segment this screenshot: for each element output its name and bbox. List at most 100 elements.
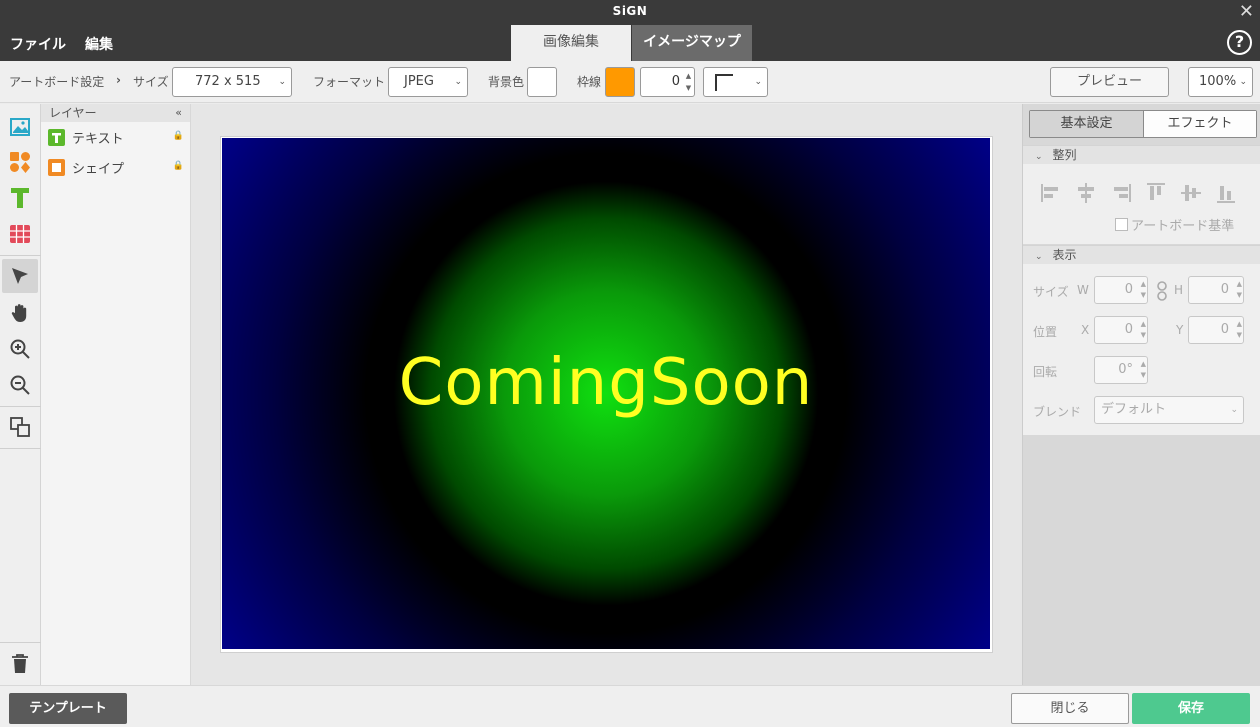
close-button[interactable]: 閉じる (1011, 693, 1129, 724)
layer-item-text[interactable]: テキスト 🔒 (41, 122, 190, 152)
help-icon[interactable]: ? (1227, 30, 1252, 55)
blend-select[interactable]: デフォルト ⌄ (1094, 396, 1244, 424)
artboard-base-checkbox[interactable] (1115, 218, 1128, 231)
tab-image-edit[interactable]: 画像編集 (511, 25, 631, 61)
link-aspect-icon[interactable] (1156, 281, 1168, 301)
align-center-h-icon[interactable] (1074, 181, 1098, 205)
template-button[interactable]: テンプレート (9, 693, 127, 724)
collapse-icon[interactable]: « (175, 104, 182, 122)
table-tool[interactable] (2, 217, 38, 251)
rotate-value: 0° (1118, 362, 1133, 377)
border-label: 枠線 (577, 75, 602, 89)
tab-basic-settings[interactable]: 基本設定 (1030, 111, 1143, 137)
artboard[interactable]: ComingSoon (220, 136, 993, 653)
chevron-right-icon: › (116, 73, 121, 87)
display-header[interactable]: ⌄ 表示 (1023, 245, 1260, 264)
rotate-input[interactable]: 0° ▲ ▼ (1094, 356, 1148, 384)
canvas-text-coming-soon[interactable]: ComingSoon (222, 346, 990, 420)
hand-tool[interactable] (2, 296, 38, 330)
stepper-icon[interactable]: ▲ ▼ (1237, 279, 1242, 301)
chevron-down-icon: ⌄ (1035, 252, 1043, 262)
stepper-icon[interactable]: ▲ ▼ (1141, 359, 1146, 381)
shape-layer-icon (48, 158, 65, 176)
align-center-v-icon[interactable] (1179, 181, 1203, 205)
zoom-out-icon (10, 375, 30, 395)
close-window-icon[interactable]: ✕ (1239, 1, 1254, 22)
zoom-select[interactable]: 100% ⌄ (1188, 67, 1253, 97)
align-header[interactable]: ⌄ 整列 (1023, 145, 1260, 164)
rotate-label: 回転 (1033, 365, 1058, 379)
size-prop-label: サイズ (1033, 285, 1069, 299)
stepper-icon[interactable]: ▲ ▼ (1237, 319, 1242, 341)
x-input[interactable]: 0 ▲ ▼ (1094, 316, 1148, 344)
border-style-select[interactable]: ⌄ (703, 67, 768, 97)
chevron-down-icon: ⌄ (1230, 405, 1238, 415)
properties-tabs: 基本設定 エフェクト (1029, 110, 1257, 138)
bottom-bar: テンプレート 閉じる 保存 (0, 685, 1260, 727)
trash-icon (12, 654, 28, 673)
align-top-icon[interactable] (1144, 181, 1168, 205)
format-label: フォーマット (313, 75, 386, 89)
border-width-input[interactable]: 0 ▲ ▼ (640, 67, 695, 97)
tool-column (0, 104, 41, 685)
align-right-icon[interactable] (1109, 181, 1133, 205)
layer-item-shape[interactable]: シェイプ 🔒 (41, 152, 190, 182)
artboard-base-label: アートボード基準 (1131, 219, 1235, 234)
size-select[interactable]: 772 x 515 ⌄ (172, 67, 292, 97)
stepper-icon[interactable]: ▲ ▼ (1141, 279, 1146, 301)
border-color-swatch[interactable] (605, 67, 635, 97)
background-color-swatch[interactable] (527, 67, 557, 97)
image-icon (10, 118, 30, 136)
height-label: H (1174, 283, 1184, 297)
layer-label: テキスト (72, 131, 124, 147)
chevron-down-icon: ⌄ (754, 77, 762, 87)
align-left-icon[interactable] (1039, 181, 1063, 205)
artboard-settings-label: アートボード設定 (9, 75, 105, 89)
save-button[interactable]: 保存 (1132, 693, 1250, 724)
corner-style-icon (715, 74, 733, 91)
layers-header: レイヤー « (41, 104, 190, 122)
image-tool[interactable] (2, 110, 38, 144)
zoom-in-tool[interactable] (2, 332, 38, 366)
height-input[interactable]: 0 ▲ ▼ (1188, 276, 1244, 304)
height-value: 0 (1220, 282, 1229, 297)
menu-file[interactable]: ファイル (10, 34, 66, 54)
lock-icon[interactable]: 🔒 (173, 161, 184, 171)
arrange-tool[interactable] (2, 410, 38, 444)
artboard-base-option[interactable]: アートボード基準 (1115, 215, 1234, 234)
y-value: 0 (1220, 322, 1229, 337)
stepper-icon[interactable]: ▲ ▼ (1141, 319, 1146, 341)
blend-label: ブレンド (1033, 405, 1082, 419)
zoom-value: 100% (1199, 74, 1237, 89)
x-label: X (1081, 323, 1090, 337)
properties-panel: 基本設定 エフェクト ⌄ 整列 アートボード基準 ⌄ 表示 サイズ W 0 ▲ ▼ H… (1022, 104, 1260, 685)
align-bottom-icon[interactable] (1214, 181, 1238, 205)
display-title: 表示 (1052, 248, 1077, 262)
y-input[interactable]: 0 ▲ ▼ (1188, 316, 1244, 344)
format-select[interactable]: JPEG ⌄ (388, 67, 468, 97)
align-title: 整列 (1052, 148, 1077, 162)
width-input[interactable]: 0 ▲ ▼ (1094, 276, 1148, 304)
design-image[interactable]: ComingSoon (222, 138, 990, 649)
delete-tool[interactable] (2, 647, 38, 681)
size-value: 772 x 515 (195, 74, 261, 89)
y-label: Y (1176, 323, 1184, 337)
align-section: ⌄ 整列 アートボード基準 (1023, 145, 1260, 244)
select-tool[interactable] (2, 259, 38, 293)
preview-button[interactable]: プレビュー (1050, 67, 1169, 97)
text-tool[interactable] (2, 181, 38, 215)
zoom-out-tool[interactable] (2, 368, 38, 402)
arrange-icon (10, 417, 30, 437)
menu-edit[interactable]: 編集 (85, 34, 113, 54)
lock-icon[interactable]: 🔒 (173, 131, 184, 141)
hand-icon (11, 304, 27, 322)
tab-effect[interactable]: エフェクト (1143, 111, 1256, 137)
display-section: ⌄ 表示 サイズ W 0 ▲ ▼ H 0 ▲ ▼ 位置 X 0 ▲ ▼ Y 0 ▲ ▼ 回… (1023, 245, 1260, 435)
cursor-arrow-icon (12, 268, 28, 284)
tab-image-map[interactable]: イメージマップ (632, 25, 752, 61)
canvas-area[interactable]: ComingSoon (191, 104, 1022, 685)
stepper-icon[interactable]: ▲ ▼ (684, 70, 693, 94)
chevron-down-icon: ⌄ (454, 77, 462, 87)
position-label: 位置 (1033, 325, 1058, 339)
shape-tool[interactable] (2, 145, 38, 179)
